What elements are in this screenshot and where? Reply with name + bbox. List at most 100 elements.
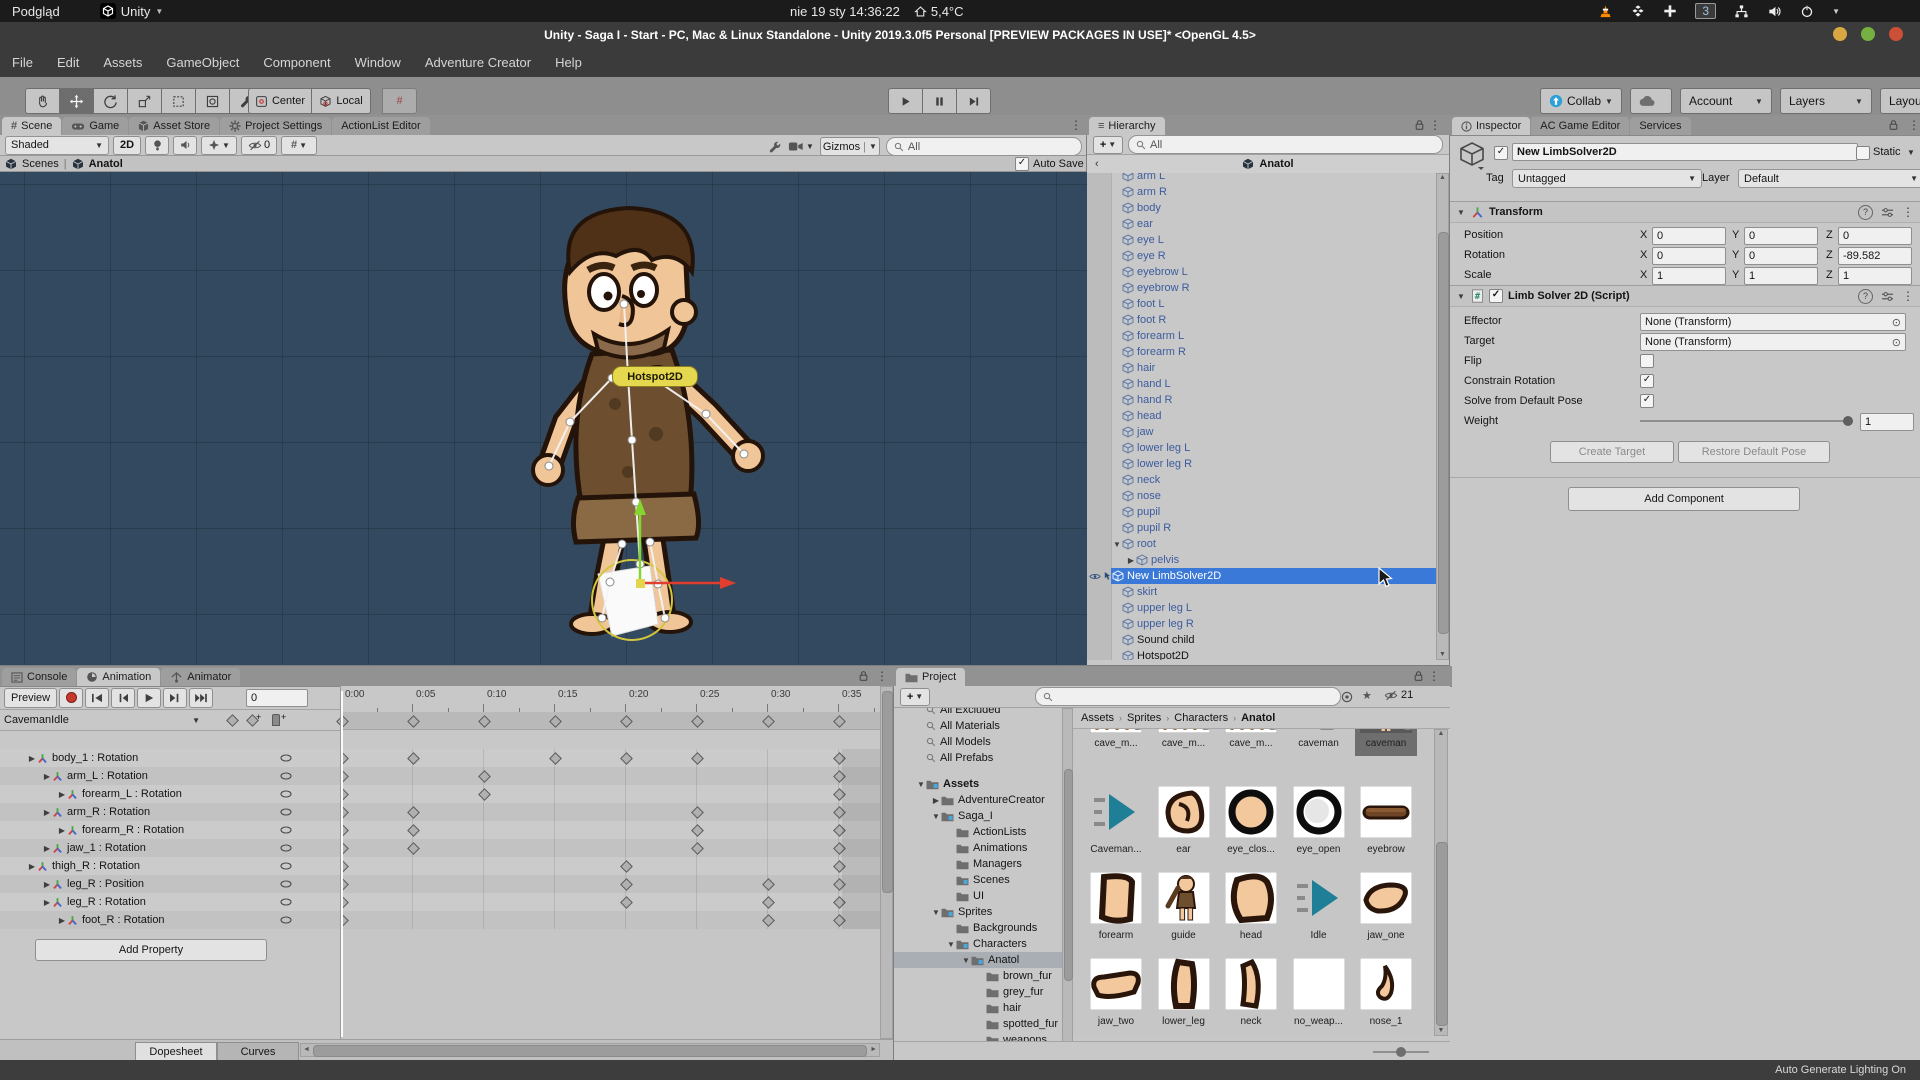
asset-nose-1[interactable]: nose_1 — [1353, 958, 1419, 1036]
scene-lighting-button[interactable] — [145, 136, 169, 155]
tree-item-characters[interactable]: ▼Characters — [894, 936, 1062, 952]
animation-property-6[interactable]: ▶thigh_R : Rotation — [0, 857, 340, 875]
asset-jaw-one[interactable]: jaw_one — [1353, 872, 1419, 952]
window-title-bar[interactable]: Unity - Saga I - Start - PC, Mac & Linux… — [0, 22, 1920, 47]
property-disclosure-icon[interactable]: ▶ — [42, 880, 52, 889]
keyframe[interactable] — [691, 824, 704, 837]
scene-grid-dropdown[interactable]: #▼ — [281, 136, 317, 155]
hierarchy-scrollbar[interactable]: ▲ ▼ — [1436, 173, 1449, 660]
asset-caveman[interactable]: caveman — [1286, 729, 1352, 780]
menu-component[interactable]: Component — [251, 47, 342, 77]
animation-next-key-button[interactable] — [163, 688, 187, 708]
pause-button[interactable] — [923, 88, 957, 114]
gameobject-name-field[interactable]: New LimbSolver2D — [1512, 143, 1858, 161]
tree-item-adventurecreator[interactable]: ▶AdventureCreator — [894, 792, 1062, 808]
hidden-packages-count[interactable]: 21 — [1384, 689, 1413, 701]
hierarchy-item-hand-r[interactable]: hand R — [1111, 392, 1436, 408]
transform-position-z-field[interactable]: 0 — [1838, 227, 1912, 245]
tree-item-all-materials[interactable]: All Materials — [894, 718, 1062, 734]
tree-item-scenes[interactable]: Scenes — [894, 872, 1062, 888]
move-tool-button[interactable] — [60, 88, 94, 114]
power-tray-icon[interactable] — [1800, 4, 1814, 18]
property-disclosure-icon[interactable]: ▶ — [57, 916, 67, 925]
hotspot2d-gizmo-label[interactable]: Hotspot2D — [612, 366, 698, 387]
system-clock-area[interactable]: nie 19 sty 14:36:22 5,4°C — [790, 0, 964, 22]
dopesheet-row-1[interactable] — [340, 767, 880, 785]
field-target-object[interactable]: None (Transform)⊙ — [1640, 333, 1906, 351]
thumbnail-size-slider[interactable] — [1373, 1051, 1429, 1053]
dopesheet-row-9[interactable] — [340, 911, 880, 929]
field-effector-object[interactable]: None (Transform)⊙ — [1640, 313, 1906, 331]
animation-preview-button[interactable]: Preview — [4, 688, 57, 708]
dopesheet-hscrollbar[interactable]: ◄ ► — [300, 1043, 880, 1057]
asset-jaw-two[interactable]: jaw_two — [1083, 958, 1149, 1036]
keyframe[interactable] — [407, 752, 420, 765]
dopesheet-area[interactable] — [340, 749, 880, 929]
field-constrain-rotation-checkbox[interactable]: ✓ — [1640, 374, 1654, 388]
scene-audio-button[interactable] — [173, 136, 197, 155]
tree-disclosure-icon[interactable]: ▶ — [931, 796, 941, 805]
auto-save-checkbox[interactable]: ✓ — [1015, 157, 1029, 171]
asset-grid-scrollbar[interactable]: ▲ ▼ — [1434, 729, 1448, 1036]
rect-tool-button[interactable] — [162, 88, 196, 114]
tree-item-sprites[interactable]: ▼Sprites — [894, 904, 1062, 920]
project-tree-scrollbar[interactable] — [1062, 708, 1073, 1060]
menu-edit[interactable]: Edit — [45, 47, 91, 77]
property-disclosure-icon[interactable]: ▶ — [57, 826, 67, 835]
tree-item-animations[interactable]: Animations — [894, 840, 1062, 856]
property-disclosure-icon[interactable]: ▶ — [57, 790, 67, 799]
hierarchy-item-forearm-l[interactable]: forearm L — [1111, 328, 1436, 344]
keyframe[interactable] — [478, 770, 491, 783]
limb-solver-enabled-checkbox[interactable]: ✓ — [1489, 289, 1503, 303]
space-toggle-button[interactable]: Local — [312, 88, 371, 114]
button-restore-default-pose[interactable]: Restore Default Pose — [1678, 441, 1830, 463]
asset-lower-leg[interactable]: lower_leg — [1151, 958, 1217, 1036]
rotate-tool-button[interactable] — [94, 88, 128, 114]
gameobject-active-checkbox[interactable]: ✓ — [1494, 146, 1508, 160]
hierarchy-item-eyebrow-l[interactable]: eyebrow L — [1111, 264, 1436, 280]
add-component-button[interactable]: Add Component — [1568, 487, 1800, 511]
weight-value-field[interactable]: 1 — [1860, 413, 1914, 431]
tree-item-ui[interactable]: UI — [894, 888, 1062, 904]
system-app-menu[interactable]: Podgląd — [0, 0, 72, 22]
keyframe[interactable] — [691, 806, 704, 819]
hierarchy-item-hotspot2d[interactable]: Hotspot2D — [1111, 648, 1436, 660]
animation-prev-key-button[interactable] — [111, 688, 135, 708]
hierarchy-item-arm-r[interactable]: arm R — [1111, 184, 1436, 200]
property-disclosure-icon[interactable]: ▶ — [42, 808, 52, 817]
keyframe[interactable] — [691, 842, 704, 855]
row-visibility-icon[interactable] — [1089, 572, 1101, 581]
limb-solver-presets-icon[interactable] — [1881, 289, 1894, 304]
collab-button[interactable]: Collab▼ — [1540, 88, 1622, 114]
tree-item-actionlists[interactable]: ActionLists — [894, 824, 1062, 840]
keyframe[interactable] — [407, 842, 420, 855]
summary-keyframe[interactable] — [549, 715, 562, 728]
hierarchy-item-eye-r[interactable]: eye R — [1111, 248, 1436, 264]
hierarchy-item-upper-leg-l[interactable]: upper leg L — [1111, 600, 1436, 616]
keyframe[interactable] — [762, 878, 775, 891]
tree-item-saga_i[interactable]: ▼Saga_I — [894, 808, 1062, 824]
asset-head[interactable]: head — [1218, 872, 1284, 952]
tree-disclosure-icon[interactable]: ▼ — [931, 812, 941, 821]
system-unity-menu[interactable]: Unity▼ — [100, 0, 164, 22]
hierarchy-item-eyebrow-r[interactable]: eyebrow R — [1111, 280, 1436, 296]
animation-property-2[interactable]: ▶forearm_L : Rotation — [0, 785, 340, 803]
tab-hierarchy[interactable]: ≡Hierarchy — [1089, 117, 1165, 135]
keyframe[interactable] — [762, 914, 775, 927]
window-minimize-button[interactable] — [1833, 27, 1847, 41]
keyframe[interactable] — [407, 806, 420, 819]
tab-ac-game-editor[interactable]: AC Game Editor — [1531, 117, 1629, 135]
row-pickability-icon[interactable] — [1103, 571, 1112, 581]
hierarchy-item-sound-child[interactable]: Sound child — [1111, 632, 1436, 648]
animation-frame-field[interactable]: 0 — [246, 689, 308, 707]
menu-gameobject[interactable]: GameObject — [154, 47, 251, 77]
breadcrumb-assets[interactable]: Assets — [1081, 712, 1114, 724]
hierarchy-item-root[interactable]: ▼root — [1111, 536, 1436, 552]
tree-item-anatol[interactable]: ▼Anatol — [894, 952, 1062, 968]
disclosure-icon[interactable]: ▼ — [1112, 540, 1122, 549]
transform-scale-z-field[interactable]: 1 — [1838, 267, 1912, 285]
hierarchy-item-hair[interactable]: hair — [1111, 360, 1436, 376]
animation-record-button[interactable] — [59, 688, 83, 708]
hierarchy-item-forearm-r[interactable]: forearm R — [1111, 344, 1436, 360]
summary-keyframe[interactable] — [762, 715, 775, 728]
